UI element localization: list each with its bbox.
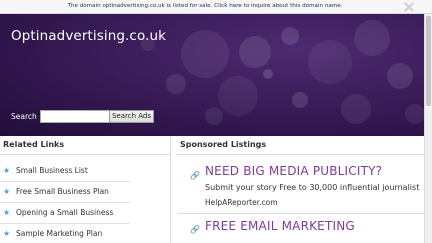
sponsored-listings-heading: Sponsored Listings: [180, 140, 267, 149]
sponsored-listing-title[interactable]: FREE EMAIL MARKETING: [205, 219, 355, 233]
scrollbar-thumb[interactable]: [426, 16, 431, 106]
related-link-item[interactable]: ★ Sample Marketing Plan: [0, 224, 130, 243]
link-icon: 🔗: [190, 171, 200, 180]
related-link-label[interactable]: Sample Marketing Plan: [16, 229, 102, 238]
related-link-item[interactable]: ★ Free Small Business Plan: [0, 182, 130, 203]
star-icon: ★: [3, 208, 11, 217]
domain-sale-banner[interactable]: The domain optinadvertising.co.uk is lis…: [0, 0, 432, 14]
star-icon: ★: [3, 229, 11, 238]
sponsored-listing-title[interactable]: NEED BIG MEDIA PUBLICITY?: [205, 164, 382, 178]
star-icon: ★: [3, 166, 11, 175]
site-title[interactable]: Optinadvertising.co.uk: [11, 28, 166, 44]
related-link-item[interactable]: ★ Small Business List: [0, 161, 130, 182]
listing-separator: [178, 213, 424, 214]
sponsored-listing-url[interactable]: HelpAReporter.com: [205, 198, 278, 207]
search-ads-button[interactable]: Search Ads: [109, 110, 154, 123]
related-links-divider: [0, 154, 170, 155]
close-icon[interactable]: [404, 2, 414, 12]
related-links-heading: Related Links: [3, 140, 65, 149]
related-link-label[interactable]: Opening a Small Business: [16, 208, 113, 217]
related-link-label[interactable]: Small Business List: [16, 166, 88, 175]
star-icon: ★: [3, 187, 11, 196]
related-link-label[interactable]: Free Small Business Plan: [16, 187, 109, 196]
link-icon: 🔗: [190, 225, 200, 234]
sponsored-listings-divider: [176, 154, 424, 155]
related-link-item[interactable]: ★ Opening a Small Business: [0, 203, 130, 224]
search-input[interactable]: [40, 110, 114, 123]
column-divider: [170, 136, 171, 243]
domain-sale-text[interactable]: The domain optinadvertising.co.uk is lis…: [0, 2, 410, 11]
header-hero: Optinadvertising.co.uk Search Search Ads: [0, 14, 424, 136]
vertical-scrollbar[interactable]: [424, 14, 432, 243]
search-label: Search: [11, 112, 37, 121]
sponsored-listing-description: Submit your story Free to 30,000 influen…: [205, 183, 420, 192]
